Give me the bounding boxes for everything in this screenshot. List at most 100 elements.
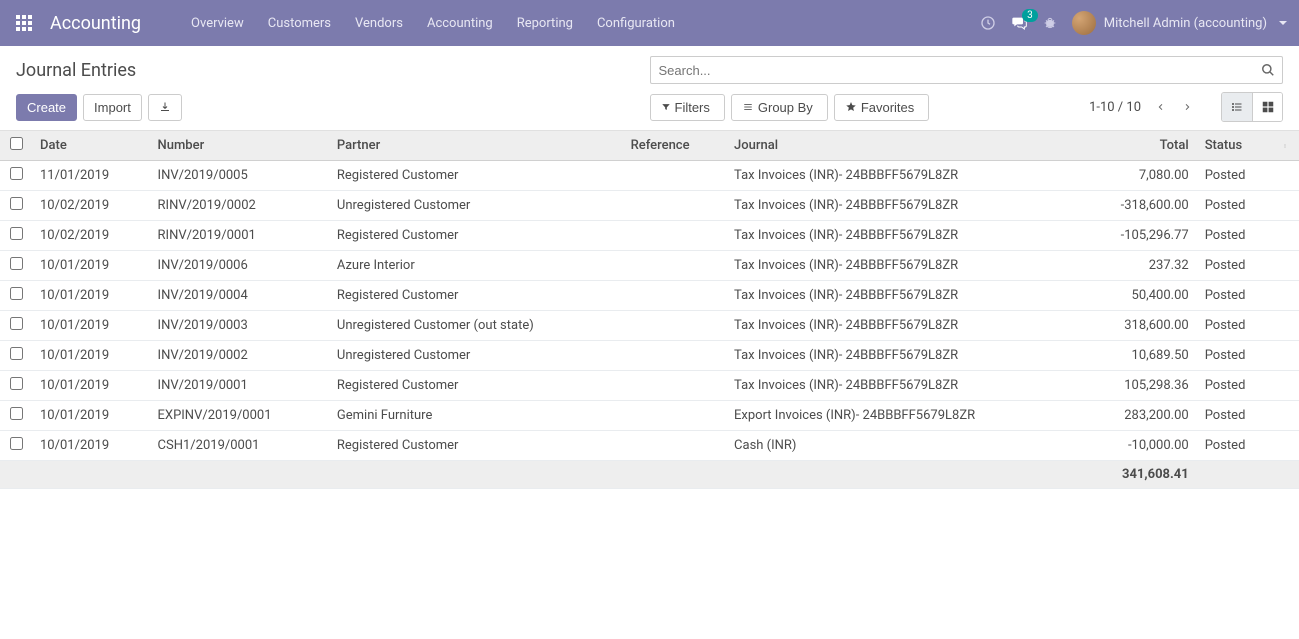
cell-partner: Unregistered Customer: [329, 191, 623, 221]
cell-journal: Tax Invoices (INR)- 24BBBFF5679L8ZR: [726, 311, 1081, 341]
menu-configuration[interactable]: Configuration: [587, 10, 685, 37]
cell-reference: [623, 251, 726, 281]
cell-number: INV/2019/0004: [150, 281, 329, 311]
table-row[interactable]: 10/01/2019INV/2019/0004Registered Custom…: [0, 281, 1299, 311]
table-row[interactable]: 10/02/2019RINV/2019/0002Unregistered Cus…: [0, 191, 1299, 221]
filters-label: Filters: [675, 100, 710, 115]
cell-date: 10/01/2019: [32, 401, 150, 431]
cell-partner: Unregistered Customer: [329, 341, 623, 371]
filters-button[interactable]: Filters: [650, 94, 725, 121]
cell-journal: Tax Invoices (INR)- 24BBBFF5679L8ZR: [726, 221, 1081, 251]
cell-journal: Tax Invoices (INR)- 24BBBFF5679L8ZR: [726, 341, 1081, 371]
col-status[interactable]: Status: [1197, 131, 1275, 161]
menu-vendors[interactable]: Vendors: [345, 10, 413, 37]
cell-reference: [623, 341, 726, 371]
list-icon: [742, 102, 754, 112]
cell-partner: Registered Customer: [329, 161, 623, 191]
groupby-label: Group By: [758, 100, 813, 115]
row-checkbox[interactable]: [10, 407, 23, 420]
col-reference[interactable]: Reference: [623, 131, 726, 161]
row-checkbox[interactable]: [10, 347, 23, 360]
download-button[interactable]: [148, 94, 182, 121]
apps-icon[interactable]: [12, 11, 36, 35]
row-checkbox[interactable]: [10, 167, 23, 180]
cell-number: CSH1/2019/0001: [150, 431, 329, 461]
cell-number: EXPINV/2019/0001: [150, 401, 329, 431]
cell-status: Posted: [1197, 191, 1275, 221]
cell-total: 7,080.00: [1081, 161, 1197, 191]
row-checkbox[interactable]: [10, 197, 23, 210]
cell-date: 10/01/2019: [32, 251, 150, 281]
search-input[interactable]: [650, 56, 1284, 84]
footer-total: 341,608.41: [1081, 461, 1197, 489]
table-row[interactable]: 10/01/2019CSH1/2019/0001Registered Custo…: [0, 431, 1299, 461]
table-row[interactable]: 10/01/2019EXPINV/2019/0001Gemini Furnitu…: [0, 401, 1299, 431]
cell-journal: Cash (INR): [726, 431, 1081, 461]
table-row[interactable]: 10/01/2019INV/2019/0001Registered Custom…: [0, 371, 1299, 401]
import-button[interactable]: Import: [83, 94, 142, 121]
row-checkbox[interactable]: [10, 377, 23, 390]
row-checkbox[interactable]: [10, 257, 23, 270]
cell-journal: Tax Invoices (INR)- 24BBBFF5679L8ZR: [726, 251, 1081, 281]
discuss-icon[interactable]: 3: [1010, 15, 1028, 31]
message-count-badge: 3: [1022, 9, 1038, 22]
cell-partner: Registered Customer: [329, 431, 623, 461]
col-optional[interactable]: [1275, 131, 1299, 161]
cell-status: Posted: [1197, 371, 1275, 401]
kanban-view-button[interactable]: [1252, 93, 1282, 121]
cell-reference: [623, 431, 726, 461]
cell-total: -105,296.77: [1081, 221, 1197, 251]
pager-prev[interactable]: [1151, 97, 1171, 117]
cell-reference: [623, 281, 726, 311]
cell-date: 11/01/2019: [32, 161, 150, 191]
cell-status: Posted: [1197, 431, 1275, 461]
app-title[interactable]: Accounting: [50, 13, 141, 34]
row-checkbox[interactable]: [10, 317, 23, 330]
menu-customers[interactable]: Customers: [258, 10, 341, 37]
menu-overview[interactable]: Overview: [181, 10, 254, 37]
row-checkbox[interactable]: [10, 227, 23, 240]
table-row[interactable]: 10/02/2019RINV/2019/0001Registered Custo…: [0, 221, 1299, 251]
kanban-view-icon: [1261, 100, 1275, 114]
clock-icon[interactable]: [980, 15, 996, 31]
bug-icon[interactable]: [1042, 15, 1058, 31]
control-panel: Journal Entries Create Import Filters: [0, 46, 1299, 131]
create-button[interactable]: Create: [16, 94, 77, 121]
cell-total: -10,000.00: [1081, 431, 1197, 461]
menu-reporting[interactable]: Reporting: [507, 10, 583, 37]
table-row[interactable]: 10/01/2019INV/2019/0002Unregistered Cust…: [0, 341, 1299, 371]
user-menu[interactable]: Mitchell Admin (accounting): [1072, 11, 1287, 35]
cell-date: 10/01/2019: [32, 281, 150, 311]
row-checkbox[interactable]: [10, 287, 23, 300]
cell-journal: Tax Invoices (INR)- 24BBBFF5679L8ZR: [726, 371, 1081, 401]
groupby-button[interactable]: Group By: [731, 94, 828, 121]
select-all-checkbox[interactable]: [10, 137, 23, 150]
menu-accounting[interactable]: Accounting: [417, 10, 503, 37]
favorites-button[interactable]: Favorites: [834, 94, 929, 121]
table-row[interactable]: 10/01/2019INV/2019/0006Azure InteriorTax…: [0, 251, 1299, 281]
col-total[interactable]: Total: [1081, 131, 1197, 161]
list-view-button[interactable]: [1222, 93, 1252, 121]
cell-number: RINV/2019/0001: [150, 221, 329, 251]
col-journal[interactable]: Journal: [726, 131, 1081, 161]
row-checkbox[interactable]: [10, 437, 23, 450]
cell-journal: Tax Invoices (INR)- 24BBBFF5679L8ZR: [726, 161, 1081, 191]
col-partner[interactable]: Partner: [329, 131, 623, 161]
top-navbar: Accounting OverviewCustomersVendorsAccou…: [0, 0, 1299, 46]
cell-reference: [623, 311, 726, 341]
pager-text[interactable]: 1-10 / 10: [1089, 100, 1141, 115]
download-icon: [159, 101, 171, 113]
cell-reference: [623, 221, 726, 251]
user-name: Mitchell Admin (accounting): [1104, 16, 1267, 31]
cell-status: Posted: [1197, 161, 1275, 191]
cell-number: RINV/2019/0002: [150, 191, 329, 221]
cell-total: 50,400.00: [1081, 281, 1197, 311]
cell-status: Posted: [1197, 311, 1275, 341]
pager-next[interactable]: [1177, 97, 1197, 117]
table-row[interactable]: 10/01/2019INV/2019/0003Unregistered Cust…: [0, 311, 1299, 341]
col-date[interactable]: Date: [32, 131, 150, 161]
col-number[interactable]: Number: [150, 131, 329, 161]
search-icon[interactable]: [1261, 63, 1275, 77]
table-row[interactable]: 11/01/2019INV/2019/0005Registered Custom…: [0, 161, 1299, 191]
avatar: [1072, 11, 1096, 35]
